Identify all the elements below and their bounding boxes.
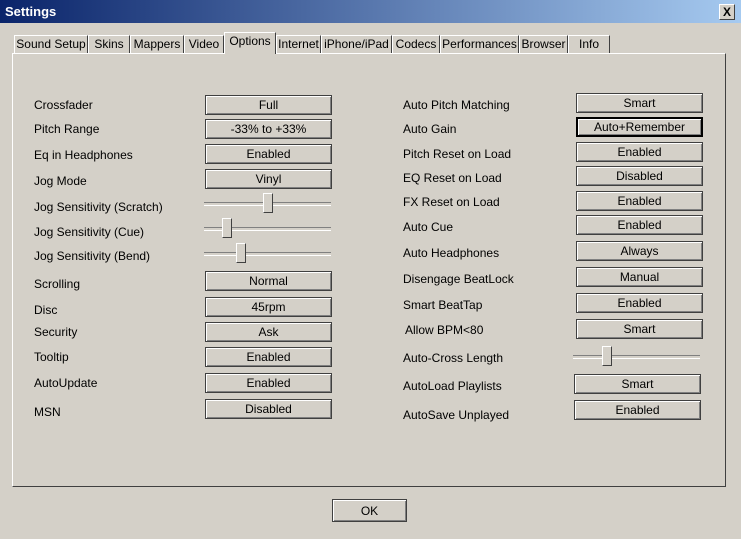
eq-reset-label: EQ Reset on Load [403, 171, 502, 185]
tab-codecs[interactable]: Codecs [392, 35, 440, 53]
allow-bpm-label: Allow BPM<80 [405, 323, 484, 337]
autosave-unplayed-label: AutoSave Unplayed [403, 408, 510, 422]
disc-button[interactable]: 45rpm [205, 297, 332, 317]
security-label: Security [34, 325, 78, 339]
tab-mappers[interactable]: Mappers [130, 35, 184, 53]
fx-reset-label: FX Reset on Load [403, 195, 500, 209]
tab-browser[interactable]: Browser [519, 35, 568, 53]
slider-thumb[interactable] [236, 243, 246, 263]
auto-gain-button[interactable]: Auto+Remember [576, 117, 703, 137]
disengage-beatlock-button[interactable]: Manual [576, 267, 703, 287]
eq-headphones-button[interactable]: Enabled [205, 144, 332, 164]
auto-headphones-button[interactable]: Always [576, 241, 703, 261]
auto-gain-label: Auto Gain [403, 122, 457, 136]
auto-headphones-label: Auto Headphones [403, 246, 500, 260]
slider-track [204, 252, 331, 256]
close-button[interactable]: X [719, 4, 735, 20]
jog-mode-button[interactable]: Vinyl [205, 169, 332, 189]
slider-thumb[interactable] [602, 346, 612, 366]
autoload-playlists-label: AutoLoad Playlists [403, 379, 502, 393]
auto-cue-label: Auto Cue [403, 220, 454, 234]
scrolling-button[interactable]: Normal [205, 271, 332, 291]
tab-sound-setup[interactable]: Sound Setup [14, 35, 88, 53]
settings-window: Settings X Sound Setup Skins Mappers Vid… [0, 0, 741, 539]
crossfader-label: Crossfader [34, 98, 93, 112]
jog-scratch-label: Jog Sensitivity (Scratch) [34, 200, 163, 214]
jog-cue-slider[interactable] [204, 218, 331, 240]
fx-reset-button[interactable]: Enabled [576, 191, 703, 211]
jog-mode-label: Jog Mode [34, 174, 87, 188]
slider-thumb[interactable] [263, 193, 273, 213]
crossfader-button[interactable]: Full [205, 95, 332, 115]
scrolling-label: Scrolling [34, 277, 81, 291]
msn-label: MSN [34, 405, 61, 419]
auto-cross-slider[interactable] [573, 346, 700, 368]
window-title: Settings [5, 4, 57, 19]
tab-internet[interactable]: Internet [276, 35, 321, 53]
pitch-reset-label: Pitch Reset on Load [403, 147, 512, 161]
security-button[interactable]: Ask [205, 322, 332, 342]
tab-performances[interactable]: Performances [440, 35, 519, 53]
tab-iphone-ipad[interactable]: iPhone/iPad [321, 35, 392, 53]
tooltip-button[interactable]: Enabled [205, 347, 332, 367]
autosave-unplayed-button[interactable]: Enabled [574, 400, 701, 420]
disengage-beatlock-label: Disengage BeatLock [403, 272, 514, 286]
auto-pitch-button[interactable]: Smart [576, 93, 703, 113]
jog-cue-label: Jog Sensitivity (Cue) [34, 225, 145, 239]
pitch-reset-button[interactable]: Enabled [576, 142, 703, 162]
slider-track [573, 355, 700, 359]
autoupdate-button[interactable]: Enabled [205, 373, 332, 393]
auto-cue-button[interactable]: Enabled [576, 215, 703, 235]
tab-options[interactable]: Options [224, 32, 276, 54]
allow-bpm-button[interactable]: Smart [576, 319, 703, 339]
ok-button[interactable]: OK [332, 499, 407, 522]
smart-beattap-button[interactable]: Enabled [576, 293, 703, 313]
auto-pitch-label: Auto Pitch Matching [403, 98, 510, 112]
autoupdate-label: AutoUpdate [34, 376, 98, 390]
eq-headphones-label: Eq in Headphones [34, 148, 133, 162]
pitch-range-label: Pitch Range [34, 122, 100, 136]
pitch-range-button[interactable]: -33% to +33% [205, 119, 332, 139]
jog-bend-label: Jog Sensitivity (Bend) [34, 249, 151, 263]
slider-thumb[interactable] [222, 218, 232, 238]
tab-video[interactable]: Video [184, 35, 224, 53]
eq-reset-button[interactable]: Disabled [576, 166, 703, 186]
tab-skins[interactable]: Skins [88, 35, 130, 53]
jog-bend-slider[interactable] [204, 243, 331, 265]
auto-cross-label: Auto-Cross Length [403, 351, 504, 365]
msn-button[interactable]: Disabled [205, 399, 332, 419]
title-bar[interactable]: Settings X [0, 0, 741, 23]
disc-label: Disc [34, 303, 58, 317]
autoload-playlists-button[interactable]: Smart [574, 374, 701, 394]
tab-info[interactable]: Info [568, 35, 610, 53]
jog-scratch-slider[interactable] [204, 193, 331, 215]
smart-beattap-label: Smart BeatTap [403, 298, 483, 312]
tooltip-label: Tooltip [34, 350, 69, 364]
